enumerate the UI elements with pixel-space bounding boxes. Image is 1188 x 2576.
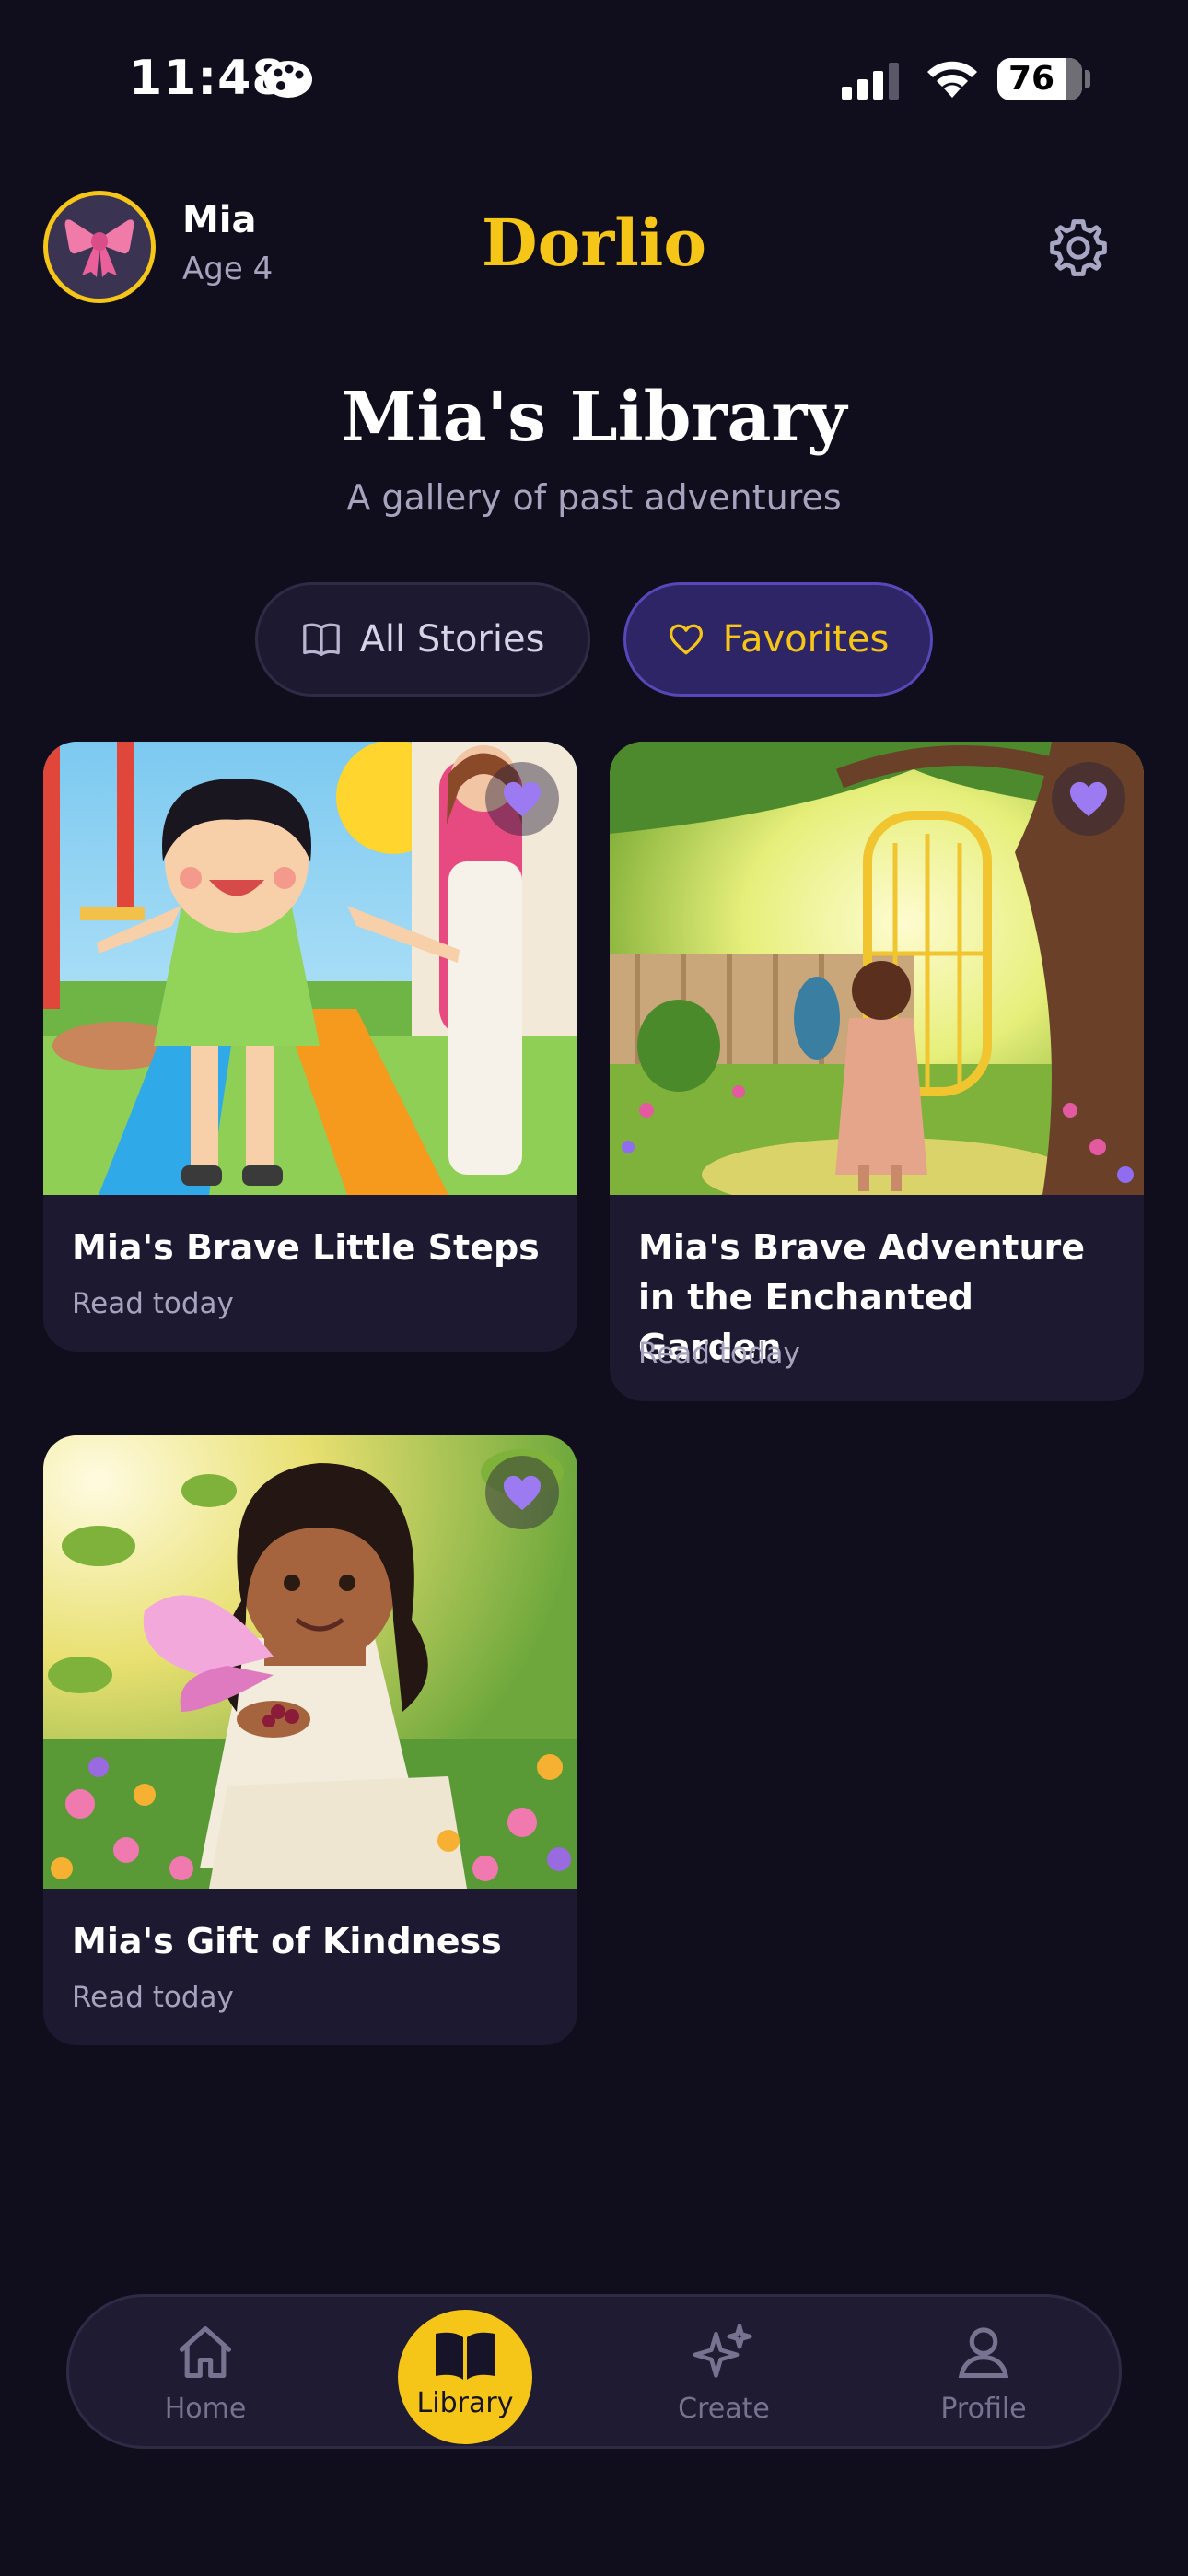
nav-library-label: Library — [416, 2387, 514, 2419]
story-card[interactable]: Mia's Brave Adventure in the Enchanted G… — [610, 742, 1144, 1401]
nav-profile-label: Profile — [940, 2393, 1027, 2425]
status-bar: 11:48 76 — [0, 0, 1188, 161]
gear-icon[interactable] — [1044, 214, 1112, 282]
story-card[interactable]: Mia's Gift of Kindness Read today — [43, 1435, 577, 2045]
favorite-heart-icon[interactable] — [485, 762, 559, 836]
page-title: Mia's Library — [341, 378, 847, 457]
battery-indicator: 76 — [997, 58, 1082, 100]
sparkles-icon — [693, 2324, 752, 2378]
nav-library[interactable]: Library — [398, 2310, 532, 2444]
cellular-signal-icon — [842, 63, 899, 100]
story-card[interactable]: Mia's Brave Little Steps Read today — [43, 742, 577, 1352]
nav-profile[interactable]: Profile — [891, 2297, 1076, 2452]
palette-icon — [264, 61, 312, 98]
bottom-nav: Home Library Create Profile — [66, 2294, 1122, 2449]
story-read-status: Read today — [638, 1337, 800, 1370]
story-title: Mia's Gift of Kindness — [72, 1921, 502, 1961]
nav-home[interactable]: Home — [113, 2297, 297, 2452]
book-icon — [302, 623, 340, 656]
wifi-icon — [927, 61, 977, 98]
filter-all-stories[interactable]: All Stories — [255, 582, 590, 697]
app-logo: Dorlio — [481, 205, 707, 281]
person-icon — [958, 2327, 1009, 2379]
heart-icon — [669, 624, 703, 655]
nav-create[interactable]: Create — [632, 2297, 816, 2452]
story-read-status: Read today — [72, 1287, 234, 1320]
page-subtitle: A gallery of past adventures — [346, 477, 842, 518]
battery-nub — [1085, 70, 1090, 88]
home-icon — [179, 2325, 232, 2379]
filter-favorites[interactable]: Favorites — [623, 582, 933, 697]
story-title: Mia's Brave Little Steps — [72, 1227, 540, 1268]
filter-all-stories-label: All Stories — [359, 618, 545, 661]
favorite-heart-icon[interactable] — [485, 1456, 559, 1529]
nav-create-label: Create — [678, 2393, 770, 2425]
favorite-heart-icon[interactable] — [1052, 762, 1125, 836]
filter-favorites-label: Favorites — [722, 618, 890, 661]
battery-level: 76 — [1007, 60, 1055, 98]
open-book-icon — [436, 2332, 495, 2380]
nav-home-label: Home — [164, 2393, 247, 2425]
library-screen: 11:48 76 Mia Age 4 Dorlio Mia's Library … — [0, 0, 1188, 2576]
story-read-status: Read today — [72, 1981, 234, 2014]
